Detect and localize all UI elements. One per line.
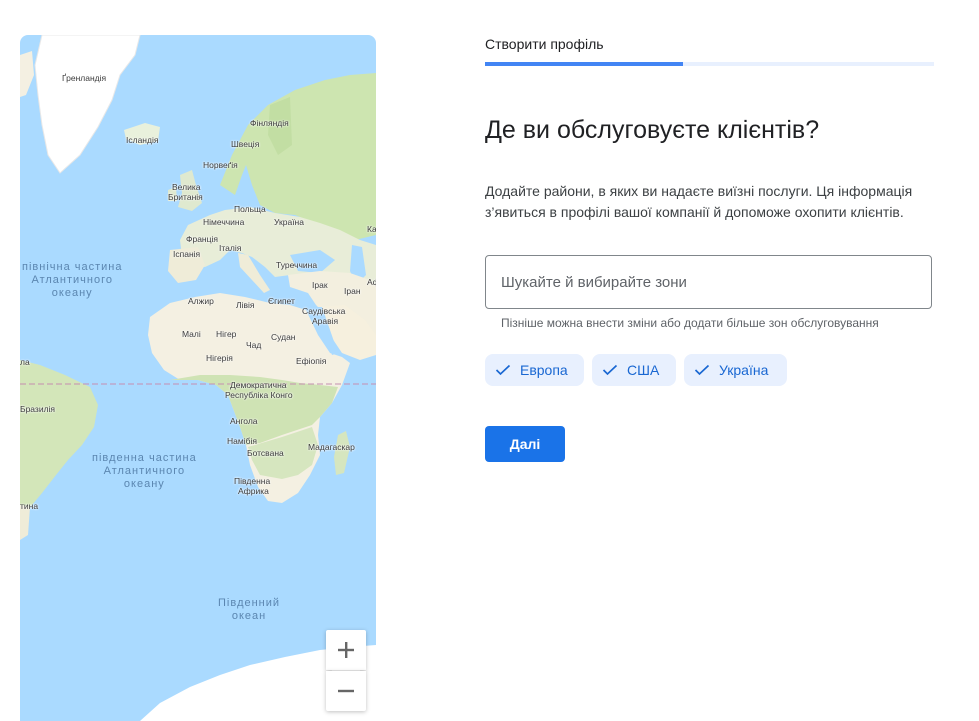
map-label-angola: Ангола xyxy=(230,416,258,426)
map-label-drc-line2: Республіка Конго xyxy=(225,390,293,400)
map-label-chad: Чад xyxy=(246,340,262,350)
map-label-south-africa-line2: Африка xyxy=(238,486,269,496)
map-label-botswana: Ботсвана xyxy=(247,448,284,458)
map-label-greenland: Ґренландія xyxy=(62,73,107,83)
map-label-italy: Італія xyxy=(219,243,242,253)
map-label-edge-tina: тина xyxy=(20,501,39,511)
map-label-nigeria: Нігерія xyxy=(206,353,233,363)
map-label-uk-line2: Британія xyxy=(168,192,203,202)
world-map-base xyxy=(20,35,376,721)
search-field[interactable] xyxy=(485,255,932,309)
page-description: Додайте райони, в яких ви надаєте виїзні… xyxy=(485,183,913,220)
map-label-namibia: Намібія xyxy=(227,436,257,446)
check-icon xyxy=(495,364,511,376)
chip-label: Україна xyxy=(719,362,769,378)
map-label-ethiopia: Ефіопія xyxy=(296,356,327,366)
minus-icon xyxy=(338,689,354,693)
plus-icon xyxy=(338,642,354,658)
map-label-sweden: Швеція xyxy=(231,139,260,149)
ocean-label-southern: Південний океан xyxy=(218,597,281,622)
map-label-edge-af: Аф xyxy=(367,277,376,287)
map-label-edge-ka: Ка xyxy=(367,224,376,234)
map-label-finland: Фінляндія xyxy=(250,118,289,128)
map-label-germany: Німеччина xyxy=(203,217,245,227)
map-label-saudi-line1: Саудівська xyxy=(302,306,346,316)
map-label-algeria: Алжир xyxy=(188,296,214,306)
progress-bar-fill xyxy=(485,62,683,66)
map-label-turkey: Туреччина xyxy=(276,260,318,270)
map-label-spain: Іспанія xyxy=(173,249,201,259)
next-button[interactable]: Далі xyxy=(485,426,565,462)
chip-usa[interactable]: США xyxy=(592,354,676,386)
map-label-south-africa-line1: Південна xyxy=(234,476,271,486)
page-title: Де ви обслуговуєте клієнтів? xyxy=(485,116,820,144)
map-label-drc-line1: Демократична xyxy=(230,380,287,390)
map-label-egypt: Єгипет xyxy=(268,296,295,306)
map-label-libya: Лівія xyxy=(236,300,255,310)
ocean-label-north-atlantic: північна частина Атлантичного океану xyxy=(22,261,123,299)
check-icon xyxy=(694,364,710,376)
map-label-norway: Норвеґія xyxy=(203,160,238,170)
progress-bar xyxy=(485,62,934,66)
search-input[interactable] xyxy=(486,256,931,308)
map-label-niger: Нігер xyxy=(216,329,237,339)
map-label-brazil: Бразилія xyxy=(20,404,56,414)
step-title: Створити профіль xyxy=(485,36,604,52)
map-label-uk-line1: Велика xyxy=(172,182,201,192)
map-label-mali: Малі xyxy=(182,329,201,339)
chip-label: Европа xyxy=(520,362,568,378)
ocean-label-south-atlantic: південна частина Атлантичного океану xyxy=(92,452,197,490)
zoom-out-button[interactable] xyxy=(326,671,366,711)
zoom-in-button[interactable] xyxy=(326,630,366,670)
map-label-saudi-line2: Аравія xyxy=(312,316,339,326)
map-label-iraq: Ірак xyxy=(312,280,328,290)
map-label-france: Франція xyxy=(186,234,218,244)
map-label-madagascar: Мадагаскар xyxy=(308,442,355,452)
map-label-iceland: Ісландія xyxy=(126,135,159,145)
check-icon xyxy=(602,364,618,376)
map-label-ukraine: Україна xyxy=(274,217,304,227)
map[interactable]: північна частина Атлантичного океану півде… xyxy=(20,35,376,721)
map-label-poland: Польща xyxy=(234,204,266,214)
search-hint: Пізніше можна внести зміни або додати бі… xyxy=(501,316,879,330)
map-label-edge-la: ла xyxy=(20,357,30,367)
chip-europe[interactable]: Европа xyxy=(485,354,584,386)
map-label-iran: Іран xyxy=(344,286,361,296)
chip-ukraine[interactable]: Україна xyxy=(684,354,787,386)
chip-label: США xyxy=(627,362,660,378)
map-label-sudan: Судан xyxy=(271,332,296,342)
